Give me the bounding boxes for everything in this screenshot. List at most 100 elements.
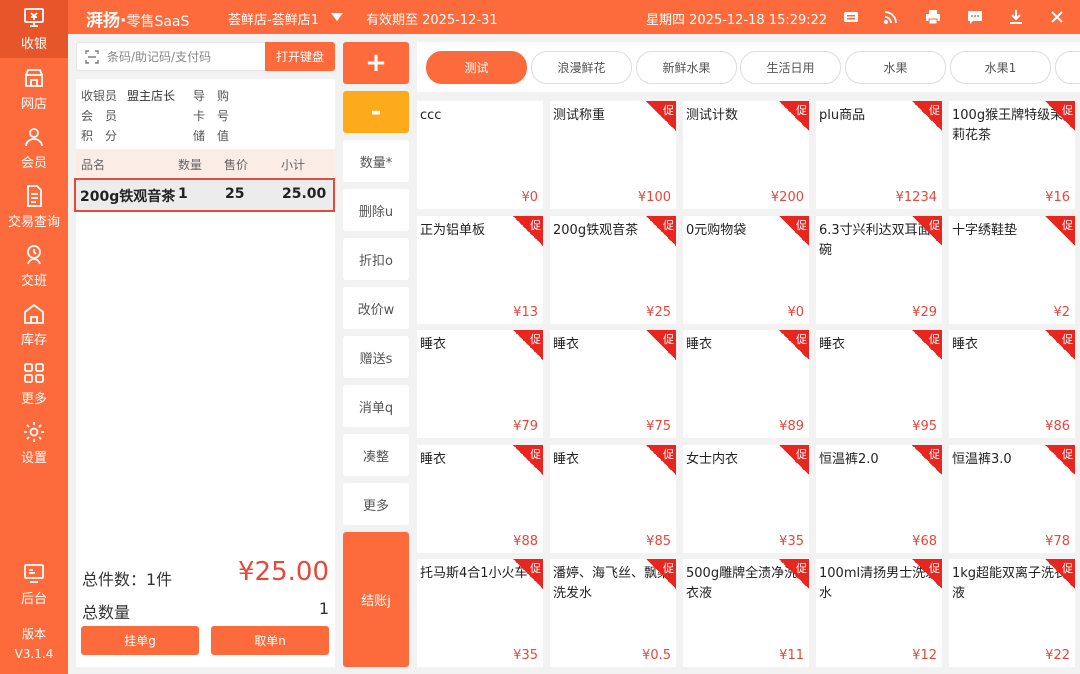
promo-label: 促 bbox=[929, 448, 940, 461]
discount-button[interactable]: 折扣o bbox=[343, 238, 409, 280]
promo-badge: 促 bbox=[912, 216, 942, 246]
chevron-down-icon[interactable] bbox=[331, 13, 343, 21]
retrieve-order-button[interactable]: 取单n bbox=[211, 626, 329, 655]
promo-badge: 促 bbox=[646, 559, 676, 589]
table-row[interactable]: 200g铁观音茶 1 25 25.00 bbox=[74, 178, 335, 212]
inventory-icon bbox=[24, 303, 44, 324]
increase-qty-button[interactable]: + bbox=[343, 42, 409, 84]
promo-badge: 促 bbox=[912, 101, 942, 131]
product-price: ¥1234 bbox=[895, 190, 937, 205]
product-tile[interactable]: 正为铝单板 ¥13 促 bbox=[417, 216, 543, 324]
printer-icon[interactable] bbox=[923, 7, 943, 27]
rss-icon[interactable] bbox=[881, 7, 901, 27]
download-icon[interactable] bbox=[1006, 7, 1026, 27]
checkout-button[interactable]: 结账j bbox=[343, 532, 409, 667]
product-tile[interactable]: 潘婷、海飞丝、飘柔洗发水 ¥0.5 促 bbox=[550, 559, 676, 667]
scan-input[interactable]: 条码/助记码/支付码 bbox=[76, 42, 266, 71]
product-tile[interactable]: 1kg超能双离子洗衣液 ¥22 促 bbox=[949, 559, 1075, 667]
hold-order-button[interactable]: 挂单g bbox=[81, 626, 199, 655]
tab-fruit1[interactable]: 水果1 bbox=[950, 51, 1051, 84]
product-price: ¥79 bbox=[513, 419, 538, 434]
sidebar-item-cashier[interactable]: 收银 bbox=[0, 0, 68, 58]
product-tile[interactable]: plu商品 ¥1234 促 bbox=[816, 101, 942, 209]
product-name: ccc bbox=[420, 108, 442, 123]
product-tile[interactable]: 睡衣 ¥89 促 bbox=[683, 330, 809, 438]
tab-overflow[interactable] bbox=[1055, 51, 1080, 84]
sidebar-item-shift[interactable]: 交班 bbox=[0, 237, 68, 295]
delete-button[interactable]: 删除u bbox=[343, 189, 409, 231]
product-tile[interactable]: 睡衣 ¥88 促 bbox=[417, 445, 543, 553]
promo-label: 促 bbox=[663, 219, 674, 232]
tab-fruit[interactable]: 水果 bbox=[845, 51, 946, 84]
product-tile[interactable]: 500g雕牌全渍净洗衣液 ¥11 促 bbox=[683, 559, 809, 667]
product-tile[interactable]: 6.3寸兴利达双耳面碗 ¥29 促 bbox=[816, 216, 942, 324]
more-actions-button[interactable]: 更多 bbox=[343, 483, 409, 525]
brand-name: 湃扬· bbox=[86, 11, 127, 31]
product-tile[interactable]: 十字绣鞋垫 ¥2 促 bbox=[949, 216, 1075, 324]
message-icon[interactable] bbox=[965, 7, 985, 27]
quantity-button[interactable]: 数量* bbox=[343, 140, 409, 182]
promo-badge: 促 bbox=[646, 216, 676, 246]
cash-drawer-icon[interactable] bbox=[841, 7, 861, 27]
close-icon[interactable] bbox=[1047, 7, 1067, 27]
product-price: ¥100 bbox=[637, 190, 671, 205]
product-tile[interactable]: 100ml清扬男士洗发水 ¥12 促 bbox=[816, 559, 942, 667]
product-tile[interactable]: 睡衣 ¥86 促 bbox=[949, 330, 1075, 438]
product-tile[interactable]: 200g铁观音茶 ¥25 促 bbox=[550, 216, 676, 324]
shift-icon bbox=[27, 245, 41, 265]
sidebar-item-inventory[interactable]: 库存 bbox=[0, 296, 68, 354]
tab-test[interactable]: 测试 bbox=[426, 51, 527, 84]
store-selector[interactable]: 荟鲜店-荟鲜店1 bbox=[228, 9, 319, 28]
product-tile[interactable]: 睡衣 ¥95 促 bbox=[816, 330, 942, 438]
product-price: ¥88 bbox=[513, 534, 538, 549]
product-tile[interactable]: 0元购物袋 ¥0 促 bbox=[683, 216, 809, 324]
promo-label: 促 bbox=[530, 333, 541, 346]
product-tile[interactable]: ccc ¥0 bbox=[417, 101, 543, 209]
member-label: 会 员 bbox=[81, 109, 118, 123]
change-price-button[interactable]: 改价w bbox=[343, 287, 409, 329]
product-tile[interactable]: 托马斯4合1小火车 ¥35 促 bbox=[417, 559, 543, 667]
product-tile[interactable]: 恒温裤2.0 ¥68 促 bbox=[816, 445, 942, 553]
product-tile[interactable]: 测试称重 ¥100 促 bbox=[550, 101, 676, 209]
promo-label: 促 bbox=[796, 333, 807, 346]
product-tile[interactable]: 测试计数 ¥200 促 bbox=[683, 101, 809, 209]
product-tile[interactable]: 女士内衣 ¥35 促 bbox=[683, 445, 809, 553]
tab-romantic-flowers[interactable]: 浪漫鲜花 bbox=[531, 51, 632, 84]
promo-label: 促 bbox=[929, 104, 940, 117]
promo-label: 促 bbox=[796, 448, 807, 461]
promo-label: 促 bbox=[663, 562, 674, 575]
tab-fresh-fruit[interactable]: 新鲜水果 bbox=[636, 51, 737, 84]
promo-badge: 促 bbox=[912, 330, 942, 360]
product-tile[interactable]: 100g猴王牌特级茉莉花茶 ¥16 促 bbox=[949, 101, 1075, 209]
round-off-button[interactable]: 凑整 bbox=[343, 434, 409, 476]
sidebar-item-settings[interactable]: 设置 bbox=[0, 414, 68, 472]
sidebar-item-backend[interactable]: 后台 bbox=[0, 555, 68, 613]
gift-button[interactable]: 赠送s bbox=[343, 336, 409, 378]
promo-badge: 促 bbox=[779, 445, 809, 475]
clear-order-button[interactable]: 消单q bbox=[343, 385, 409, 427]
item-subtotal: 25.00 bbox=[282, 186, 327, 202]
top-header: 湃扬·零售SaaS 荟鲜店-荟鲜店1 有效期至 2025-12-31 星期四 2… bbox=[68, 0, 1080, 34]
member-icon bbox=[25, 128, 43, 147]
product-tile[interactable]: 睡衣 ¥75 促 bbox=[550, 330, 676, 438]
product-tile[interactable]: 睡衣 ¥79 促 bbox=[417, 330, 543, 438]
open-keyboard-button[interactable]: 打开键盘 bbox=[265, 42, 335, 71]
column-header: 小计 bbox=[281, 158, 306, 172]
version-label: 版本 bbox=[21, 627, 46, 641]
sidebar-item-more[interactable]: 更多 bbox=[0, 355, 68, 413]
promo-badge: 促 bbox=[779, 216, 809, 246]
tab-daily-use[interactable]: 生活日用 bbox=[740, 51, 841, 84]
sidebar-item-transactions[interactable]: 交易查询 bbox=[0, 178, 68, 236]
cashier-icon bbox=[24, 8, 44, 27]
promo-badge: 促 bbox=[646, 330, 676, 360]
sidebar-item-online-store[interactable]: 网店 bbox=[0, 60, 68, 118]
promo-label: 促 bbox=[796, 562, 807, 575]
sidebar-item-member[interactable]: 会员 bbox=[0, 119, 68, 177]
product-price: ¥0.5 bbox=[642, 648, 671, 663]
promo-label: 促 bbox=[530, 562, 541, 575]
product-tile[interactable]: 恒温裤3.0 ¥78 促 bbox=[949, 445, 1075, 553]
settings-icon bbox=[24, 422, 44, 442]
product-tile[interactable]: 睡衣 ¥85 促 bbox=[550, 445, 676, 553]
decrease-qty-button[interactable]: - bbox=[343, 91, 409, 133]
sidebar-item-label: 网店 bbox=[20, 97, 47, 112]
